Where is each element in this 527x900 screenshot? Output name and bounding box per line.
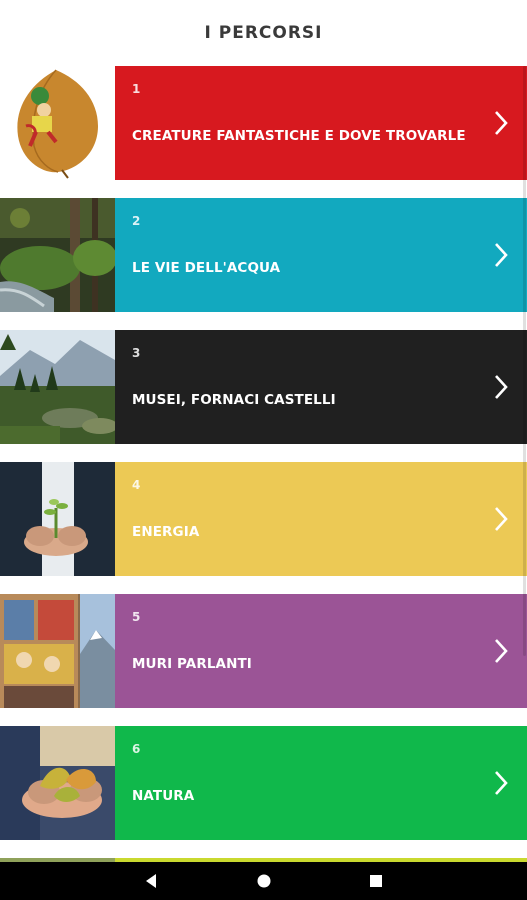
page-title: I PERCORSI — [204, 23, 323, 43]
route-title: ENERGIA — [132, 524, 200, 540]
chevron-right-icon — [493, 110, 509, 136]
route-number: 2 — [132, 214, 141, 228]
home-circle-icon[interactable] — [254, 871, 274, 891]
route-thumbnail — [0, 594, 115, 708]
route-thumbnail — [0, 726, 115, 840]
route-number: 6 — [132, 742, 141, 756]
chevron-right-icon — [493, 506, 509, 532]
route-panel: 4 ENERGIA — [115, 462, 527, 576]
scrollbar[interactable] — [523, 66, 526, 656]
route-title: MURI PARLANTI — [132, 656, 252, 672]
chevron-right-icon — [493, 638, 509, 664]
recents-square-icon[interactable] — [366, 871, 386, 891]
route-item-4[interactable]: 4 ENERGIA — [0, 462, 527, 576]
route-panel: 2 LE VIE DELL'ACQUA — [115, 198, 527, 312]
route-item-1[interactable]: 1 CREATURE FANTASTICHE E DOVE TROVARLE — [0, 66, 527, 180]
back-triangle-icon[interactable] — [141, 871, 161, 891]
route-number: 4 — [132, 478, 141, 492]
route-number: 5 — [132, 610, 141, 624]
route-panel: 3 MUSEI, FORNACI CASTELLI — [115, 330, 527, 444]
android-nav-bar — [0, 862, 527, 900]
routes-list: 1 CREATURE FANTASTICHE E DOVE TROVARLE 2 — [0, 66, 527, 858]
route-panel: 5 MURI PARLANTI — [115, 594, 527, 708]
route-thumbnail — [0, 66, 115, 180]
route-item-5[interactable]: 5 MURI PARLANTI — [0, 594, 527, 708]
route-item-6[interactable]: 6 NATURA — [0, 726, 527, 840]
route-thumbnail — [0, 462, 115, 576]
route-panel: 1 CREATURE FANTASTICHE E DOVE TROVARLE — [115, 66, 527, 180]
app-header: I PERCORSI — [0, 0, 527, 66]
chevron-right-icon — [493, 770, 509, 796]
route-title: NATURA — [132, 788, 195, 804]
route-title: MUSEI, FORNACI CASTELLI — [132, 392, 336, 408]
route-title: CREATURE FANTASTICHE E DOVE TROVARLE — [132, 128, 466, 144]
route-number: 1 — [132, 82, 141, 96]
route-item-2[interactable]: 2 LE VIE DELL'ACQUA — [0, 198, 527, 312]
route-number: 3 — [132, 346, 141, 360]
chevron-right-icon — [493, 374, 509, 400]
chevron-right-icon — [493, 242, 509, 268]
route-thumbnail — [0, 198, 115, 312]
route-title: LE VIE DELL'ACQUA — [132, 260, 281, 276]
route-item-3[interactable]: 3 MUSEI, FORNACI CASTELLI — [0, 330, 527, 444]
route-thumbnail — [0, 330, 115, 444]
route-panel: 6 NATURA — [115, 726, 527, 840]
